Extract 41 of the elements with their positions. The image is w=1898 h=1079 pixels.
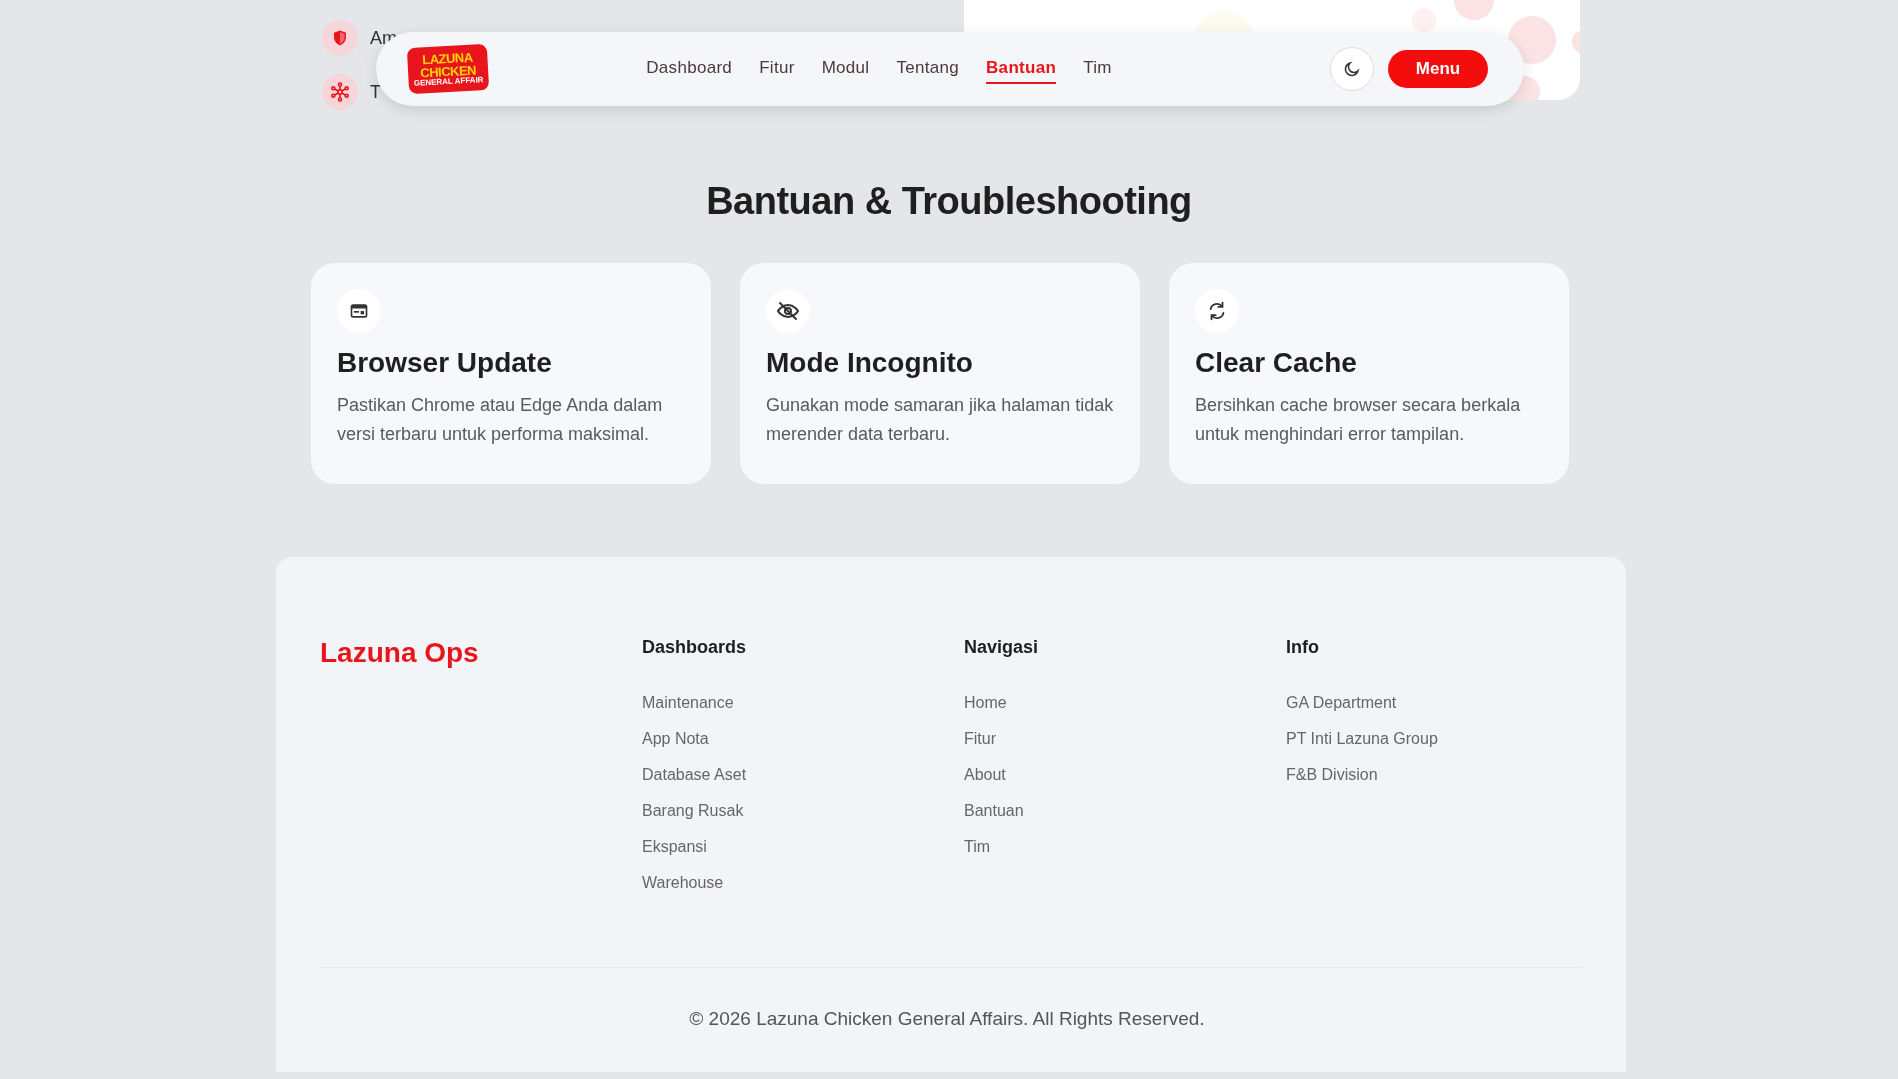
card-text: Gunakan mode samaran jika halaman tidak merender data terbaru. (766, 394, 1114, 446)
nav-link[interactable]: Tim (1083, 54, 1112, 84)
footer-link[interactable]: Bantuan (964, 802, 1024, 819)
browser-window-icon (349, 301, 369, 321)
theme-toggle-button[interactable] (1330, 47, 1374, 91)
footer-heading: Navigasi (964, 637, 1040, 658)
nav-link[interactable]: Bantuan (986, 54, 1057, 84)
menu-button[interactable]: Menu (1388, 50, 1488, 88)
card-text: Pastikan Chrome atau Edge Anda dalam versi terbaru untuk performa maksimal. (337, 394, 664, 446)
card-title: Mode Incognito (766, 347, 974, 379)
footer-link[interactable]: GA Department (1286, 694, 1397, 711)
footer-link[interactable]: Home (964, 694, 1007, 711)
footer-link[interactable]: PT Inti Lazuna Group (1286, 730, 1438, 747)
moon-icon (1343, 60, 1361, 78)
footer-link[interactable]: Fitur (964, 730, 996, 747)
footer-link[interactable]: Ekspansi (642, 838, 707, 855)
nav-link[interactable]: Tentang (896, 54, 960, 84)
nav-link[interactable]: Dashboard (646, 54, 733, 84)
footer-link[interactable]: Maintenance (642, 694, 734, 711)
footer-link[interactable]: Barang Rusak (642, 802, 744, 819)
footer-link[interactable]: App Nota (642, 730, 709, 747)
card-text: Bersihkan cache browser secara berkala untuk menghindari error tampilan. (1195, 394, 1522, 446)
card-title: Browser Update (337, 347, 553, 379)
footer-link[interactable]: Tim (964, 838, 991, 855)
card-title: Clear Cache (1195, 347, 1358, 379)
shield-icon (331, 29, 349, 47)
footer-heading: Info (1286, 637, 1320, 658)
nav-link[interactable]: Modul (821, 54, 870, 84)
footer-heading: Dashboards (642, 637, 748, 658)
section-title: Bantuan & Troubleshooting (705, 180, 1193, 223)
footer-link[interactable]: Warehouse (642, 874, 724, 891)
footer-link[interactable]: About (964, 766, 1006, 783)
footer-link[interactable]: F&B Division (1286, 766, 1378, 783)
eye-slash-icon (776, 299, 800, 323)
nav-link[interactable]: Fitur (759, 54, 795, 84)
footer-link[interactable]: Database Aset (642, 766, 747, 783)
logo[interactable]: LAZUNA CHICKEN GENERAL AFFAIR (406, 43, 490, 95)
footer-brand: Lazuna Ops (320, 637, 479, 668)
network-icon (330, 82, 350, 102)
list-item-label: T (370, 81, 381, 103)
copyright-text: © 2026 Lazuna Chicken General Affairs. All Rights Reserved. (688, 1008, 1206, 1030)
